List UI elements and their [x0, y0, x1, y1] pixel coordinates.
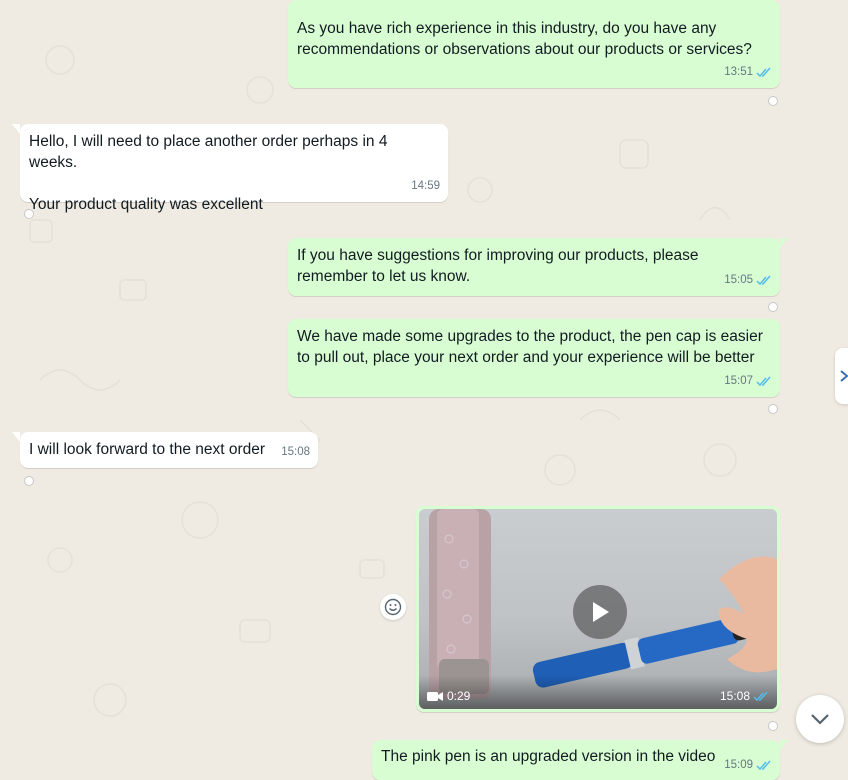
chevron-right-icon [840, 370, 848, 382]
bubble-tail [780, 238, 788, 248]
video-duration-text: 0:29 [447, 689, 471, 703]
bubble-tail [780, 740, 788, 750]
message-text: The pink pen is an upgraded version in t… [381, 748, 716, 765]
message-meta: 13:51 [724, 62, 772, 83]
message-time: 15:08 [719, 689, 750, 703]
react-icon[interactable] [766, 721, 780, 731]
double-check-icon [756, 67, 771, 78]
video-message[interactable]: 0:29 15:08 [416, 506, 780, 712]
react-icon[interactable] [22, 476, 36, 486]
scroll-to-bottom-button[interactable] [796, 695, 844, 743]
message-text: I will look forward to the next order [29, 441, 266, 458]
react-icon[interactable] [766, 302, 780, 312]
message-time: 14:59 [411, 180, 440, 192]
message-outgoing[interactable]: We have made some upgrades to the produc… [288, 319, 780, 397]
double-check-icon [756, 376, 771, 387]
double-check-icon [756, 760, 771, 771]
message-outgoing[interactable]: As you have rich experience in this indu… [288, 0, 780, 88]
double-check-icon [753, 691, 768, 701]
video-meta: 15:08 [720, 689, 769, 703]
bubble-tail [12, 124, 20, 134]
video-footer: 0:29 15:08 [419, 675, 777, 709]
play-icon [593, 602, 609, 622]
message-text: Hello, I will need to place another orde… [29, 133, 388, 213]
video-camera-icon [427, 691, 443, 701]
bubble-tail [12, 432, 20, 442]
message-time: 15:05 [724, 274, 753, 286]
play-button[interactable] [573, 585, 627, 639]
video-duration: 0:29 [427, 689, 470, 703]
message-incoming[interactable]: I will look forward to the next order 15… [12, 432, 318, 468]
double-check-icon [756, 275, 771, 286]
message-time: 15:08 [281, 446, 310, 458]
message-outgoing[interactable]: If you have suggestions for improving ou… [288, 238, 788, 296]
message-text: If you have suggestions for improving ou… [297, 247, 699, 285]
message-incoming[interactable]: Hello, I will need to place another orde… [12, 124, 448, 213]
message-meta: 15:07 [724, 371, 772, 392]
message-time: 13:51 [724, 66, 753, 78]
side-panel-toggle[interactable] [835, 348, 848, 404]
emoji-react-button[interactable] [380, 594, 406, 620]
message-text: As you have rich experience in this indu… [297, 20, 752, 58]
message-text: We have made some upgrades to the produc… [297, 328, 763, 366]
message-outgoing[interactable]: The pink pen is an upgraded version in t… [372, 740, 788, 780]
message-meta: 14:59 [411, 176, 440, 197]
react-icon[interactable] [22, 209, 36, 219]
emoji-icon [384, 598, 402, 616]
message-meta: 15:08 [281, 442, 310, 463]
react-icon[interactable] [766, 96, 780, 106]
video-thumbnail[interactable]: 0:29 15:08 [419, 509, 777, 709]
react-icon[interactable] [766, 404, 780, 414]
message-time: 15:07 [724, 375, 753, 387]
message-time: 15:09 [724, 759, 753, 771]
message-meta: 15:05 [724, 270, 772, 291]
message-meta: 15:09 [724, 755, 772, 776]
chevron-down-icon [811, 714, 829, 725]
